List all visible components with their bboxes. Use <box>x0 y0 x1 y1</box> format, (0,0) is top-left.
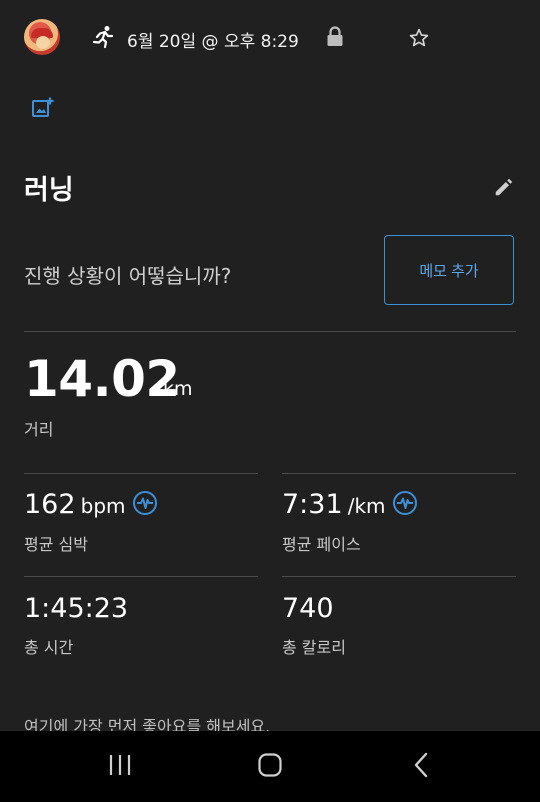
pencil-icon[interactable] <box>493 176 515 198</box>
divider <box>24 576 258 577</box>
recents-icon[interactable] <box>106 753 134 777</box>
distance-unit: km <box>163 378 193 400</box>
back-icon[interactable] <box>411 752 431 778</box>
running-icon <box>92 25 114 49</box>
pace-icon[interactable] <box>392 490 418 516</box>
total-calories-label: 총 칼로리 <box>282 638 346 657</box>
activity-date-time: 6월 20일 @ 오후 8:29 <box>127 32 299 52</box>
pace-value: 7:31 <box>282 489 343 520</box>
total-time-label: 총 시간 <box>24 638 74 657</box>
activity-header: 6월 20일 @ 오후 8:29 <box>0 0 540 76</box>
lock-icon[interactable] <box>326 26 344 48</box>
heart-rate-icon[interactable] <box>132 490 158 516</box>
total-time-value: 1:45:23 <box>24 593 129 624</box>
distance-label: 거리 <box>24 420 54 439</box>
navigation-bar <box>0 731 540 802</box>
divider <box>282 576 516 577</box>
heart-rate-stat[interactable]: 162 bpm <box>24 489 126 520</box>
distance-value: 14.02 <box>24 350 180 408</box>
divider <box>24 331 516 332</box>
user-avatar[interactable] <box>24 19 60 55</box>
divider <box>282 473 516 474</box>
add-photo-icon[interactable] <box>31 96 55 120</box>
activity-title[interactable]: 러닝 <box>24 168 74 207</box>
heart-rate-label: 평균 심박 <box>24 535 88 554</box>
note-prompt: 진행 상황이 어떻습니까? <box>24 264 232 288</box>
home-icon[interactable] <box>257 752 283 778</box>
pace-label: 평균 페이스 <box>282 535 361 554</box>
add-memo-button[interactable]: 메모 추가 <box>384 235 514 305</box>
heart-rate-value: 162 <box>24 489 76 520</box>
total-calories-value: 740 <box>282 593 334 624</box>
star-outline-icon[interactable] <box>408 27 430 49</box>
heart-rate-unit: bpm <box>80 494 126 518</box>
pace-unit: /km <box>347 494 386 518</box>
pace-stat[interactable]: 7:31 /km <box>282 489 386 520</box>
avatar-face <box>36 36 50 49</box>
divider <box>24 473 258 474</box>
